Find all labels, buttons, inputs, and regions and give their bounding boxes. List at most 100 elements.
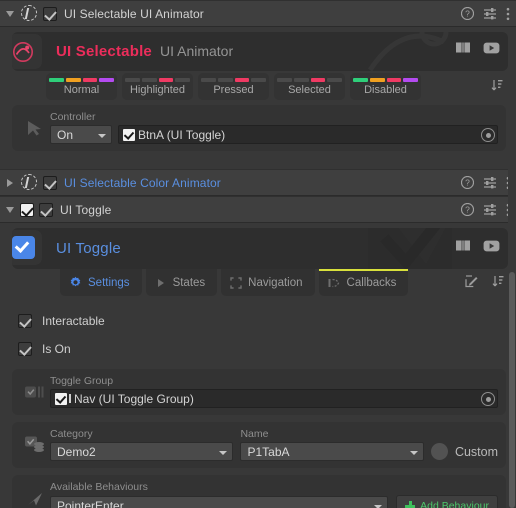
preset-icon[interactable] (483, 176, 497, 189)
svg-text:?: ? (465, 205, 470, 215)
tab-states-label: States (172, 276, 206, 289)
sort-icon[interactable] (491, 79, 503, 92)
state-tab-label: Highlighted (129, 84, 186, 96)
banner-title: UI Toggle (56, 240, 121, 257)
controller-state-dropdown[interactable]: On (50, 125, 112, 144)
controller-state-value: On (57, 127, 74, 142)
behaviours-card: Available Behaviours PointerEnter Add Be… (12, 475, 506, 508)
controller-card: Controller On BtnA (UI Toggle) (12, 105, 506, 151)
help-icon[interactable]: ? (461, 203, 474, 216)
tab-navigation-label: Navigation (248, 276, 303, 289)
object-checkbox-icon (55, 392, 67, 405)
state-tab-selected[interactable]: Selected (274, 73, 345, 100)
help-icon[interactable]: ? (461, 7, 474, 20)
tab-settings[interactable]: Settings (60, 269, 142, 296)
state-tab-label: Normal (63, 84, 100, 96)
controller-object-field[interactable]: BtnA (UI Toggle) (118, 125, 498, 144)
name-value: P1TabA (247, 444, 290, 459)
video-icon[interactable] (483, 240, 500, 252)
component-enabled-checkbox[interactable] (43, 6, 57, 21)
state-tab-label: Pressed (213, 84, 254, 96)
toggle-group-label: Toggle Group (50, 375, 114, 387)
behaviours-label: Available Behaviours (50, 481, 148, 493)
svg-text:?: ? (465, 178, 470, 188)
category-dropdown[interactable]: Demo2 (50, 442, 234, 461)
banner-subtitle: UI Animator (159, 43, 234, 59)
preset-icon[interactable] (483, 203, 497, 216)
ui-toggle-checkbox-icon (12, 236, 35, 259)
property-interactable[interactable]: Interactable (0, 310, 516, 332)
banner-title: UI Selectable (56, 43, 152, 60)
edit-icon[interactable] (465, 275, 478, 288)
category-name-card: Category Demo2 Name P1TabA Custom (12, 422, 506, 468)
behaviour-dropdown[interactable]: PointerEnter (50, 496, 389, 508)
object-picker-icon[interactable] (481, 392, 495, 406)
object-picker-icon[interactable] (481, 128, 495, 142)
state-tab-pressed[interactable]: Pressed (198, 73, 269, 100)
toggle-group-icon (20, 384, 50, 400)
custom-label: Custom (454, 444, 499, 459)
component-title: UI Selectable UI Animator (64, 6, 204, 21)
state-tab-label: Selected (288, 84, 331, 96)
decorative-check-glyph (368, 228, 452, 269)
is-on-label: Is On (42, 342, 71, 356)
component-enabled-checkbox[interactable] (43, 175, 57, 190)
svg-text:?: ? (465, 9, 470, 19)
ui-toggle-body: Interactable Is On Toggle Group Nav (UI … (0, 296, 516, 508)
navigation-icon (230, 276, 242, 289)
kebab-menu-icon[interactable] (506, 7, 510, 21)
component-title: UI Selectable Color Animator (64, 175, 221, 190)
component-enabled-checkbox[interactable] (39, 202, 53, 217)
property-is-on[interactable]: Is On (0, 338, 516, 360)
category-value: Demo2 (57, 444, 96, 459)
category-icon (20, 435, 50, 455)
behaviour-cursor-icon (20, 489, 50, 508)
name-label: Name (240, 428, 269, 440)
component-header-ui-selectable-ui-animator[interactable]: UI Selectable UI Animator ? (0, 0, 516, 27)
tab-callbacks[interactable]: Callbacks (318, 269, 409, 296)
inspector-panel: UI Selectable UI Animator ? UI Selectabl… (0, 0, 516, 508)
foldout-arrow-ui-selectable-color-animator[interactable] (4, 176, 17, 189)
state-tab-disabled[interactable]: Disabled (350, 73, 421, 100)
state-tab-normal[interactable]: Normal (46, 73, 117, 100)
toggle-group-object-field[interactable]: Nav (UI Toggle Group) (50, 389, 498, 408)
video-icon[interactable] (483, 42, 500, 54)
ui-toggle-script-icon (20, 202, 34, 217)
foldout-arrow-ui-toggle[interactable] (4, 203, 17, 216)
help-icon[interactable]: ? (461, 176, 474, 189)
vertical-scrollbar[interactable] (508, 160, 516, 508)
add-behaviour-label: Add Behaviour (420, 499, 489, 508)
state-tab-highlighted[interactable]: Highlighted (122, 73, 193, 100)
preset-icon[interactable] (483, 7, 497, 20)
add-behaviour-button[interactable]: Add Behaviour (396, 495, 498, 508)
interactable-checkbox[interactable] (18, 314, 32, 328)
play-icon (155, 277, 167, 289)
plus-icon (405, 500, 416, 508)
callbacks-icon (328, 277, 341, 289)
foldout-arrow-ui-selectable-ui-animator[interactable] (4, 7, 17, 20)
script-icon (19, 173, 38, 192)
tab-settings-label: Settings (88, 276, 130, 289)
book-icon[interactable] (455, 41, 471, 54)
scrollbar-thumb[interactable] (509, 272, 515, 508)
controller-icon (20, 117, 50, 139)
tab-states[interactable]: States (145, 269, 218, 296)
state-tab-label: Disabled (364, 84, 407, 96)
ui-toggle-banner: UI Toggle (12, 228, 508, 269)
toggle-group-card: Toggle Group Nav (UI Toggle Group) (12, 369, 506, 415)
book-icon[interactable] (455, 239, 471, 252)
component-header-ui-selectable-color-animator[interactable]: UI Selectable Color Animator ? (0, 169, 516, 196)
name-dropdown[interactable]: P1TabA (240, 442, 424, 461)
ui-toggle-tabs: Settings States Navigation Callbacks (0, 269, 516, 296)
custom-toggle[interactable] (430, 443, 448, 460)
decorative-glyph (367, 32, 449, 71)
controller-object-value: BtnA (UI Toggle) (138, 127, 226, 142)
ui-toggle-icon-box (12, 230, 42, 265)
tab-navigation[interactable]: Navigation (221, 269, 315, 296)
tab-callbacks-label: Callbacks (346, 276, 397, 289)
is-on-checkbox[interactable] (18, 342, 32, 356)
component-header-ui-toggle[interactable]: UI Toggle ? (0, 196, 516, 223)
object-checkbox-icon (123, 128, 135, 141)
ui-toggle-banner-area: UI Toggle Settings States Navigation Cal… (0, 228, 516, 296)
sort-icon[interactable] (492, 275, 504, 288)
